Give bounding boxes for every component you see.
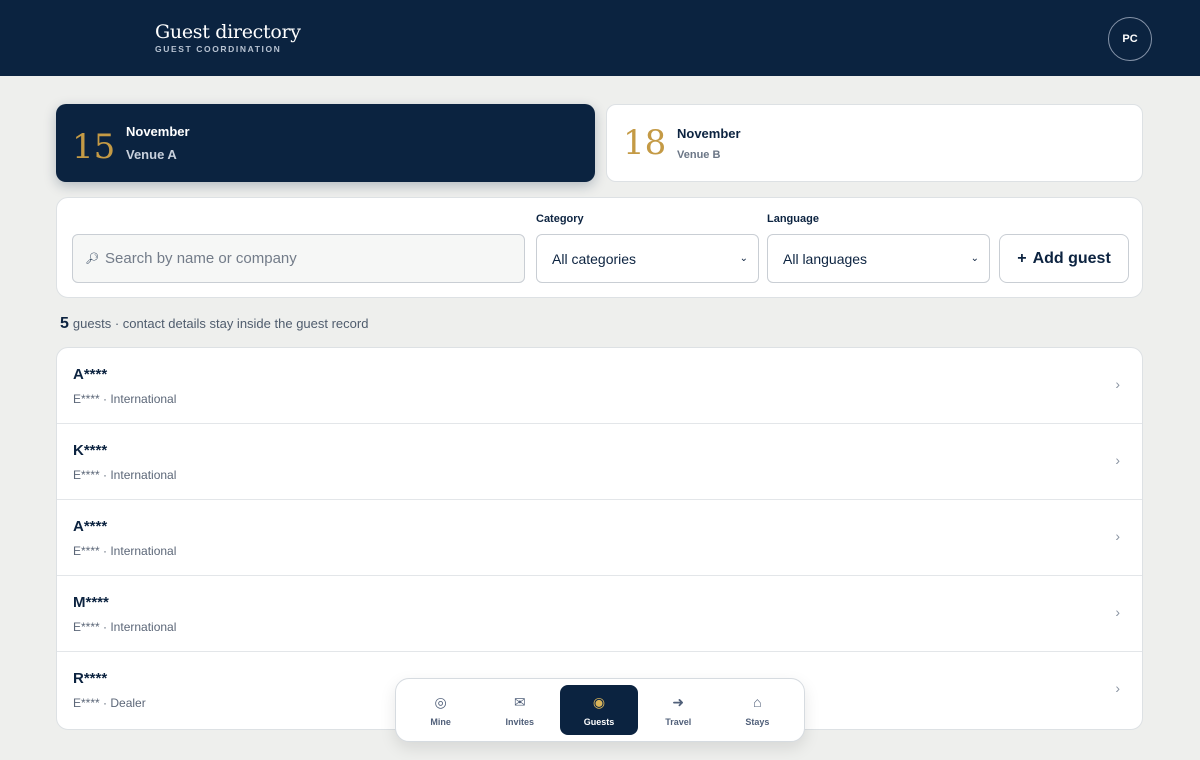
- add-guest-button[interactable]: + Add guest: [999, 234, 1129, 283]
- guest-name: A****: [73, 518, 108, 535]
- guest-meta: E**** · International: [73, 544, 177, 558]
- nav-item-guests[interactable]: ◉ Guests: [560, 685, 638, 735]
- list-item[interactable]: A**** E**** · International ›: [57, 348, 1142, 424]
- home-icon: ⌂: [753, 694, 762, 710]
- search-input[interactable]: [105, 243, 505, 274]
- add-guest-label: Add guest: [1032, 249, 1111, 267]
- guest-list: A**** E**** · International › K**** E***…: [56, 347, 1143, 730]
- search-icon: 🔎︎: [85, 253, 99, 265]
- nav-label: Travel: [665, 717, 692, 727]
- chevron-right-icon: ›: [1115, 452, 1120, 468]
- language-label: Language: [767, 213, 819, 225]
- chevron-down-icon: ⌄: [739, 253, 748, 264]
- arrow-right-icon: ➜: [672, 694, 685, 710]
- category-value: All categories: [552, 250, 637, 267]
- nav-label: Guests: [583, 717, 615, 727]
- nav-item-mine[interactable]: ◎ Mine: [402, 685, 479, 735]
- chevron-down-icon: ⌄: [970, 253, 979, 264]
- guest-name: A****: [73, 366, 108, 383]
- guest-meta: E**** · International: [73, 392, 177, 406]
- filter-panel: 🔎︎ Category All categories ⌄ Language Al…: [56, 197, 1143, 298]
- avatar[interactable]: PC: [1108, 17, 1152, 61]
- list-item[interactable]: A**** E**** · International ›: [57, 500, 1142, 576]
- nav-item-invites[interactable]: ✉ Invites: [481, 685, 558, 735]
- nav-item-travel[interactable]: ➜ Travel: [640, 685, 717, 735]
- date-venue: Venue B: [677, 148, 721, 161]
- envelope-icon: ✉: [513, 694, 526, 710]
- guest-meta: E**** · International: [73, 620, 177, 634]
- chevron-right-icon: ›: [1115, 604, 1120, 620]
- chevron-right-icon: ›: [1115, 680, 1120, 696]
- nav-label: Stays: [745, 717, 770, 727]
- list-item[interactable]: K**** E**** · International ›: [57, 424, 1142, 500]
- language-value: All languages: [783, 250, 868, 267]
- chevron-right-icon: ›: [1115, 528, 1120, 544]
- nav-item-stays[interactable]: ⌂ Stays: [719, 685, 796, 735]
- bottom-nav: ◎ Mine ✉ Invites ◉ Guests ➜ Travel ⌂ Sta…: [395, 678, 805, 742]
- page-subtitle: GUEST COORDINATION: [155, 44, 282, 54]
- guest-count: 5: [60, 315, 69, 332]
- chevron-right-icon: ›: [1115, 376, 1120, 392]
- nav-label: Mine: [430, 717, 451, 727]
- category-label: Category: [536, 213, 584, 225]
- guests-icon: ◉: [592, 694, 606, 710]
- date-month: November: [126, 124, 190, 139]
- top-bar: Guest directory GUEST COORDINATION PC: [0, 0, 1200, 76]
- category-select[interactable]: All categories ⌄: [536, 234, 759, 283]
- date-month: November: [677, 125, 741, 141]
- guest-meta: E**** · International: [73, 468, 177, 482]
- guest-name: K****: [73, 442, 108, 459]
- list-item[interactable]: M**** E**** · International ›: [57, 576, 1142, 652]
- date-card-venue-b[interactable]: 18 November Venue B: [606, 104, 1143, 182]
- date-day: 15: [72, 127, 116, 167]
- date-day: 18: [623, 123, 667, 163]
- page-title: Guest directory: [155, 21, 301, 43]
- plus-icon: +: [1017, 249, 1027, 267]
- nav-label: Invites: [505, 717, 535, 727]
- guest-count-text: guests · contact details stay inside the…: [72, 316, 369, 331]
- guest-name: M****: [73, 594, 109, 611]
- guest-count-summary: 5 guests · contact details stay inside th…: [60, 315, 368, 333]
- date-venue: Venue A: [126, 147, 177, 162]
- search-box[interactable]: 🔎︎: [72, 234, 525, 283]
- date-card-venue-a[interactable]: 15 November Venue A: [56, 104, 595, 182]
- brand: Guest directory GUEST COORDINATION: [155, 21, 301, 54]
- target-icon: ◎: [434, 694, 447, 710]
- language-select[interactable]: All languages ⌄: [767, 234, 990, 283]
